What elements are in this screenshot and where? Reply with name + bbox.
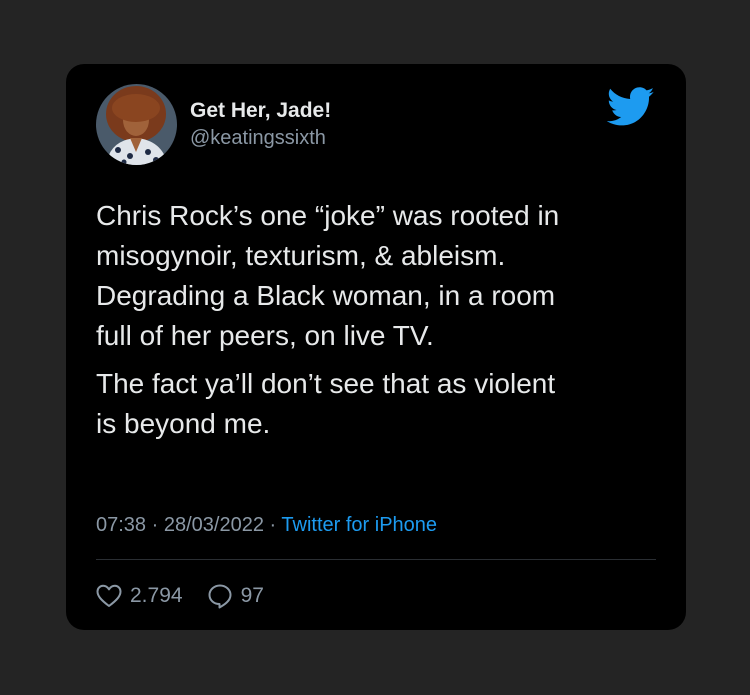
comment-bubble-icon [208, 584, 232, 609]
author-info[interactable]: Get Her, Jade! @keatingssixth [190, 99, 331, 150]
tweet-date[interactable]: 28/03/2022 [164, 514, 264, 536]
tweet-time[interactable]: 07:38 [96, 514, 146, 536]
tweet-line: The fact ya’ll don’t see that as violent [96, 368, 556, 399]
meta-separator: · [151, 514, 159, 536]
tweet-line: is beyond me. [96, 408, 271, 439]
divider [96, 559, 656, 560]
tweet-line: Chris Rock’s one “joke” was rooted in [96, 200, 560, 231]
tweet-meta: 07:38 · 28/03/2022 · Twitter for iPhone [96, 513, 437, 537]
tweet-actions: 2.794 97 [96, 582, 264, 610]
tweet-line: Degrading a Black woman, in a room [96, 280, 556, 311]
author-display-name[interactable]: Get Her, Jade! [190, 99, 331, 123]
tweet-paragraph: The fact ya’ll don’t see that as violent… [96, 364, 666, 444]
author-handle[interactable]: @keatingssixth [190, 126, 331, 150]
like-count: 2.794 [130, 584, 183, 607]
twitter-bird-icon[interactable] [607, 87, 655, 127]
tweet-line: misogynoir, texturism, & ableism. [96, 240, 506, 271]
tweet-paragraph: Chris Rock’s one “joke” was rooted in mi… [96, 196, 666, 356]
tweet-line: full of her peers, on live TV. [96, 320, 434, 351]
heart-icon [96, 584, 122, 607]
avatar-image [96, 84, 177, 165]
reply-button[interactable]: 97 [207, 582, 264, 610]
tweet-card: Get Her, Jade! @keatingssixth Chris Rock… [66, 64, 686, 630]
avatar[interactable] [96, 84, 177, 165]
tweet-source-link[interactable]: Twitter for iPhone [281, 514, 437, 536]
meta-separator: · [269, 514, 277, 536]
like-button[interactable]: 2.794 [96, 582, 183, 610]
tweet-text: Chris Rock’s one “joke” was rooted in mi… [96, 196, 666, 444]
reply-count: 97 [240, 584, 264, 607]
